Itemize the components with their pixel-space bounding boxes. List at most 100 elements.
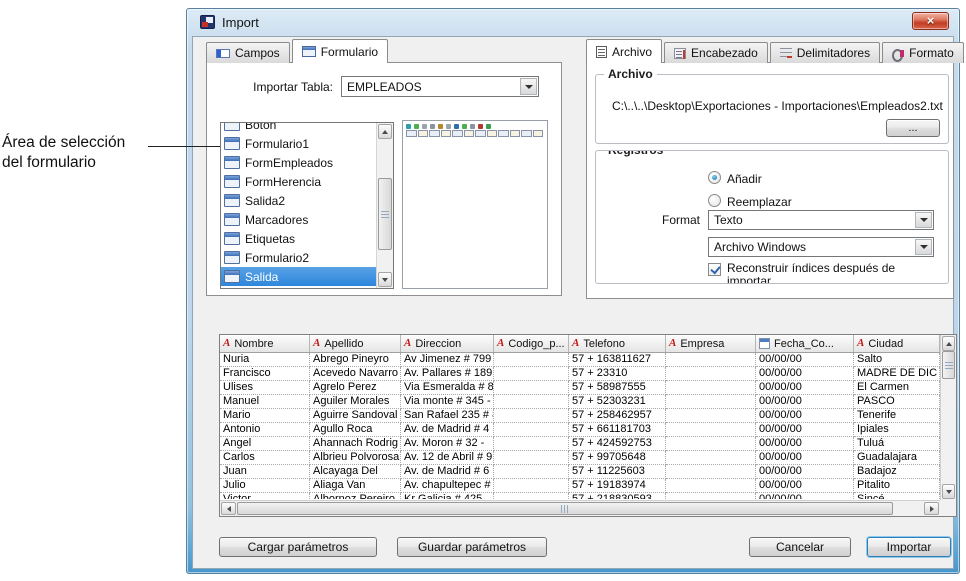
radio-anadir[interactable] xyxy=(708,171,721,184)
table-row[interactable]: AngelAhannach RodrigAv. Moron # 32 -57 +… xyxy=(220,437,940,451)
table-row[interactable]: UlisesAgrelo PerezVia Esmeralda # 857 + … xyxy=(220,381,940,395)
scroll-up-button[interactable] xyxy=(378,124,392,139)
archivo-tab-panel: Archivo C:\..\..\Desktop\Exportaciones -… xyxy=(586,62,954,299)
format-select[interactable]: Texto xyxy=(708,210,934,230)
chevron-down-icon xyxy=(525,85,533,89)
table-cell: Nuria xyxy=(220,353,310,367)
table-row[interactable]: FranciscoAcevedo NavarroAv. Pallares # 1… xyxy=(220,367,940,381)
form-list-item[interactable]: Marcadores xyxy=(221,210,376,229)
form-icon xyxy=(224,213,240,226)
table-row[interactable]: VictorAlbornoz PereiroKr Galicia # 42557… xyxy=(220,493,940,499)
form-icon xyxy=(224,156,240,169)
scrollbar-thumb[interactable] xyxy=(378,178,392,250)
save-params-button[interactable]: Guardar parámetros xyxy=(397,537,547,557)
table-row[interactable]: CarlosAlbrieu PolvorosaAv. 12 de Abril #… xyxy=(220,451,940,465)
header-icon xyxy=(674,48,686,59)
tab-formato[interactable]: Formato xyxy=(882,42,964,63)
table-row[interactable]: AntonioAgullo RocaAv. de Madrid # 457 + … xyxy=(220,423,940,437)
scrollbar-thumb[interactable] xyxy=(237,502,893,515)
tab-label: Formulario xyxy=(321,45,378,59)
dropdown-button[interactable] xyxy=(915,212,932,228)
column-header-apellido[interactable]: AApellido xyxy=(310,335,401,352)
column-header-fecha-co[interactable]: Fecha_Co... xyxy=(756,335,854,352)
column-header-direccion[interactable]: ADireccion xyxy=(401,335,494,352)
scroll-right-button[interactable] xyxy=(924,502,939,515)
tab-label: Campos xyxy=(235,46,280,60)
table-row[interactable]: ManuelAguiler MoralesVia monte # 345 -57… xyxy=(220,395,940,409)
form-list-item-label: Salida2 xyxy=(245,194,285,208)
column-header-nombre[interactable]: ANombre xyxy=(220,335,310,352)
close-button[interactable]: × xyxy=(912,12,949,30)
table-row[interactable]: JuanAlcayaga DelAv. de Madrid # 657 + 11… xyxy=(220,465,940,479)
radio-reemplazar[interactable] xyxy=(708,194,721,207)
column-header-codigo-p[interactable]: ACodigo_p... xyxy=(494,335,569,352)
tab-archivo[interactable]: Archivo xyxy=(586,39,662,63)
preview-field-cell xyxy=(418,130,429,137)
preview-field-row xyxy=(406,130,544,137)
form-list-item[interactable]: FormHerencia xyxy=(221,172,376,191)
form-list-item[interactable]: FormEmpleados xyxy=(221,153,376,172)
form-icon xyxy=(224,194,240,207)
dropdown-button[interactable] xyxy=(520,78,537,95)
preview-tool-icon xyxy=(430,124,435,129)
table-cell: Albornoz Pereiro xyxy=(310,493,401,499)
scroll-down-button[interactable] xyxy=(378,272,392,287)
column-header-telefono[interactable]: ATelefono xyxy=(569,335,666,352)
table-cell: Angel xyxy=(220,437,310,451)
column-header-label: Fecha_Co... xyxy=(774,338,834,350)
form-icon xyxy=(224,137,240,150)
table-row[interactable]: MarioAguirre SandovalSan Rafael 235 # 85… xyxy=(220,409,940,423)
left-tab-bar: Campos Formulario xyxy=(206,39,390,63)
title-bar[interactable]: Import × xyxy=(187,9,959,36)
load-params-button[interactable]: Cargar parámetros xyxy=(219,537,377,557)
grid-vertical-scrollbar[interactable] xyxy=(940,335,956,500)
form-list-scrollbar[interactable] xyxy=(376,123,393,288)
table-row[interactable]: NuriaAbrego PineyroAv Jimenez # 79957 + … xyxy=(220,353,940,367)
browse-button[interactable]: ... xyxy=(886,119,940,137)
form-list[interactable]: BotónFormulario1FormEmpleadosFormHerenci… xyxy=(220,122,394,289)
scrollbar-thumb[interactable] xyxy=(942,351,955,379)
table-cell: Alcayaga Del xyxy=(310,465,401,479)
scroll-up-button[interactable] xyxy=(942,336,955,351)
import-button[interactable]: Importar xyxy=(867,537,951,557)
form-list-item[interactable]: Salida xyxy=(221,267,376,286)
window-title: Import xyxy=(222,15,259,30)
arrow-right-icon xyxy=(930,506,934,512)
import-table-select[interactable]: EMPLEADOS xyxy=(341,76,539,97)
table-cell: 00/00/00 xyxy=(756,395,854,409)
preview-toolbar xyxy=(406,124,544,129)
table-cell: Antonio xyxy=(220,423,310,437)
form-list-item[interactable]: Botón xyxy=(221,123,376,134)
grid-horizontal-scrollbar[interactable] xyxy=(220,500,940,516)
format-label: Format xyxy=(624,213,700,227)
registros-group: Registros Añadir Reemplazar Format Texto… xyxy=(595,150,949,284)
form-icon xyxy=(302,46,316,57)
archivo-group-legend: Archivo xyxy=(604,67,657,81)
tab-campos[interactable]: Campos xyxy=(206,42,290,63)
table-cell xyxy=(666,381,756,395)
cancel-button[interactable]: Cancelar xyxy=(749,537,851,557)
form-list-item[interactable]: Etiquetas xyxy=(221,229,376,248)
rebuild-index-checkbox[interactable] xyxy=(708,263,721,276)
column-header-label: Nombre xyxy=(234,338,273,350)
radio-reemplazar-label: Reemplazar xyxy=(727,195,792,209)
tab-formulario[interactable]: Formulario xyxy=(292,39,388,63)
form-list-item[interactable]: Formulario1 xyxy=(221,134,376,153)
form-icon-titlebar xyxy=(225,157,239,161)
column-header-empresa[interactable]: AEmpresa xyxy=(666,335,756,352)
scroll-down-button[interactable] xyxy=(942,484,955,499)
dropdown-button[interactable] xyxy=(915,239,932,255)
form-icon-titlebar xyxy=(225,176,239,180)
table-cell: 00/00/00 xyxy=(756,423,854,437)
table-cell: Ipiales xyxy=(854,423,940,437)
table-cell: 57 + 163811627 xyxy=(569,353,666,367)
tab-encabezado[interactable]: Encabezado xyxy=(664,42,768,63)
column-header-ciudad[interactable]: ACiudad xyxy=(854,335,940,352)
preview-tool-icon xyxy=(406,124,411,129)
table-row[interactable]: JulioAliaga VanAv. chapultepec #57 + 191… xyxy=(220,479,940,493)
scroll-left-button[interactable] xyxy=(221,502,236,515)
form-list-item[interactable]: Formulario2 xyxy=(221,248,376,267)
form-list-item[interactable]: Salida2 xyxy=(221,191,376,210)
encoding-select[interactable]: Archivo Windows xyxy=(708,237,934,257)
tab-delimitadores[interactable]: Delimitadores xyxy=(770,42,880,63)
